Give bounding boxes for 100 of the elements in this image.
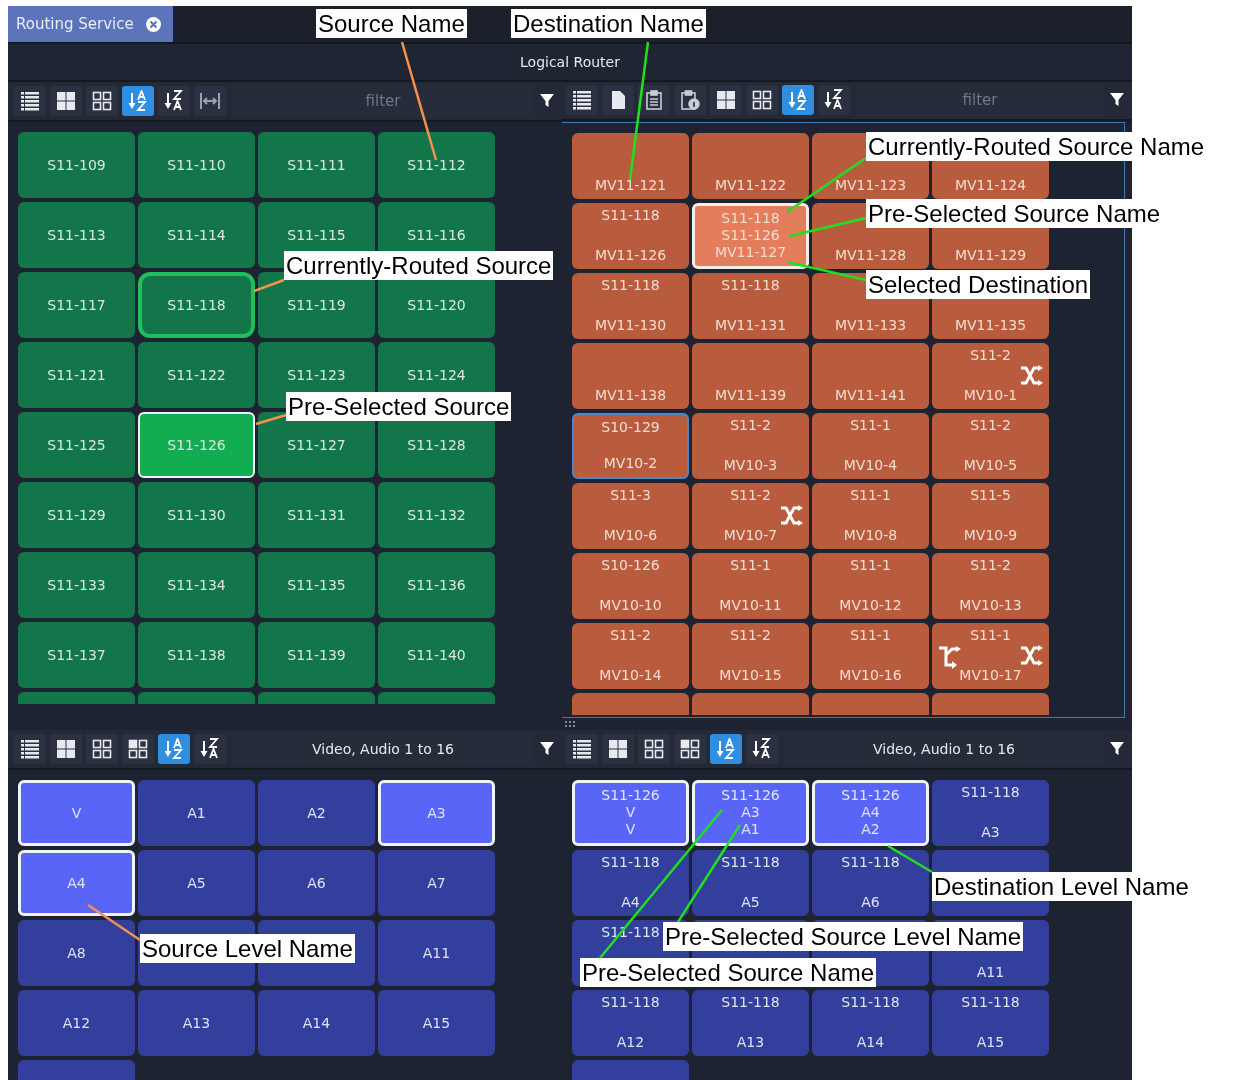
source-tile[interactable]: S11-134 bbox=[138, 551, 255, 618]
source-level-tile[interactable]: A11 bbox=[378, 920, 495, 986]
destination-level-tile[interactable]: S11-118 A3 bbox=[932, 780, 1049, 846]
filter-icon[interactable] bbox=[1110, 93, 1124, 108]
destination-level-tile[interactable]: S11-118 A4 bbox=[572, 850, 689, 916]
toolbar-button[interactable] bbox=[782, 85, 814, 116]
source-tile[interactable]: S11-114 bbox=[138, 201, 255, 268]
source-tile[interactable]: S11-129 bbox=[18, 481, 135, 548]
source-tile[interactable]: S11-139 bbox=[258, 621, 375, 688]
filter-input[interactable]: filter bbox=[232, 91, 534, 110]
toolbar-button[interactable] bbox=[50, 85, 82, 116]
drag-handle-icon[interactable] bbox=[565, 720, 575, 727]
destination-tile[interactable]: S11-118 MV11-130 bbox=[572, 273, 689, 340]
destination-tile[interactable]: S10-129 MV10-2 bbox=[572, 413, 689, 480]
destination-tile[interactable]: S11-1 MV10-11 bbox=[692, 553, 809, 620]
destination-tile[interactable]: S11-2 MV10-13 bbox=[932, 553, 1049, 620]
source-level-tile[interactable]: A15 bbox=[378, 990, 495, 1056]
source-tile[interactable]: S11-112 bbox=[378, 131, 495, 198]
source-tile[interactable]: S11-136 bbox=[378, 551, 495, 618]
destination-level-tile[interactable]: S11-118 A12 bbox=[572, 990, 689, 1056]
toolbar-button[interactable] bbox=[14, 734, 46, 764]
toolbar-button[interactable] bbox=[746, 734, 778, 764]
destination-tile[interactable]: S11-2 MV10-3 bbox=[692, 413, 809, 480]
toolbar-button[interactable] bbox=[122, 85, 154, 116]
close-icon[interactable] bbox=[145, 16, 161, 32]
routing-service-tab[interactable]: Routing Service bbox=[8, 6, 173, 42]
source-tile[interactable]: S11-122 bbox=[138, 341, 255, 408]
source-tile[interactable]: S11-110 bbox=[138, 131, 255, 198]
source-tile[interactable]: S11-113 bbox=[18, 201, 135, 268]
source-tile[interactable]: S11-140 bbox=[378, 621, 495, 688]
destination-level-tile[interactable]: S11-126 A3 A1 bbox=[692, 780, 809, 846]
destination-tile[interactable]: S11-118 MV11-126 bbox=[572, 203, 689, 270]
source-tile[interactable]: S11-131 bbox=[258, 481, 375, 548]
toolbar-button[interactable] bbox=[674, 734, 706, 764]
destination-level-tile[interactable]: S11-118 A5 bbox=[692, 850, 809, 916]
source-tile[interactable]: S11-125 bbox=[18, 411, 135, 478]
destination-level-tile[interactable]: S11-118 A13 bbox=[692, 990, 809, 1056]
source-level-tile[interactable]: A5 bbox=[138, 850, 255, 916]
destination-tile[interactable]: S11-1 MV10-17 bbox=[932, 623, 1049, 690]
source-level-tile[interactable]: A1 bbox=[138, 780, 255, 846]
source-level-tile[interactable]: A7 bbox=[378, 850, 495, 916]
toolbar-button[interactable] bbox=[638, 85, 670, 116]
source-tile[interactable]: S11-121 bbox=[18, 341, 135, 408]
destination-tile[interactable]: S10-126 MV10-10 bbox=[572, 553, 689, 620]
toolbar-button[interactable] bbox=[710, 85, 742, 116]
source-level-tile[interactable]: A14 bbox=[258, 990, 375, 1056]
destination-level-tile[interactable]: S11-118 A6 bbox=[812, 850, 929, 916]
toolbar-button[interactable] bbox=[638, 734, 670, 764]
toolbar-button[interactable] bbox=[566, 85, 598, 116]
toolbar-button[interactable] bbox=[122, 734, 154, 764]
toolbar-button[interactable] bbox=[194, 734, 226, 764]
destination-tile[interactable]: S11-118 MV11-131 bbox=[692, 273, 809, 340]
toolbar-button[interactable] bbox=[602, 734, 634, 764]
destination-tile[interactable]: MV11-121 bbox=[572, 133, 689, 200]
source-tile[interactable]: S11-126 bbox=[138, 411, 255, 478]
destination-tile[interactable]: MV11-139 bbox=[692, 343, 809, 410]
toolbar-button[interactable] bbox=[86, 85, 118, 116]
destination-tile[interactable]: S11-3 MV10-6 bbox=[572, 483, 689, 550]
source-level-tile[interactable]: A4 bbox=[18, 850, 135, 916]
destination-tile[interactable]: S11-1 MV10-4 bbox=[812, 413, 929, 480]
source-level-tile[interactable]: A8 bbox=[18, 920, 135, 986]
toolbar-button[interactable] bbox=[566, 734, 598, 764]
toolbar-button[interactable] bbox=[158, 85, 190, 116]
source-tile[interactable]: S11-135 bbox=[258, 551, 375, 618]
source-level-tile[interactable]: A12 bbox=[18, 990, 135, 1056]
destination-tile[interactable]: MV11-138 bbox=[572, 343, 689, 410]
destination-tile[interactable]: S11-5 MV10-9 bbox=[932, 483, 1049, 550]
destination-tile[interactable]: MV11-141 bbox=[812, 343, 929, 410]
source-tile[interactable]: S11-111 bbox=[258, 131, 375, 198]
destination-level-tile[interactable]: S11-118 A14 bbox=[812, 990, 929, 1056]
filter-input[interactable]: filter bbox=[856, 91, 1104, 110]
destination-level-tile[interactable]: S11-126 A4 A2 bbox=[812, 780, 929, 846]
destination-tile[interactable]: S11-1 MV10-8 bbox=[812, 483, 929, 550]
toolbar-button[interactable] bbox=[194, 85, 226, 116]
toolbar-button[interactable] bbox=[818, 85, 850, 116]
destination-tile[interactable]: S11-2 MV10-15 bbox=[692, 623, 809, 690]
source-tile[interactable]: S11-130 bbox=[138, 481, 255, 548]
filter-icon[interactable] bbox=[1110, 742, 1124, 756]
source-level-tile[interactable]: A6 bbox=[258, 850, 375, 916]
source-tile[interactable]: S11-109 bbox=[18, 131, 135, 198]
toolbar-button[interactable] bbox=[602, 85, 634, 116]
toolbar-button[interactable] bbox=[746, 85, 778, 116]
destination-tile[interactable]: S11-2 MV10-1 bbox=[932, 343, 1049, 410]
destination-level-tile[interactable]: S11-126 V V bbox=[572, 780, 689, 846]
source-tile[interactable]: S11-137 bbox=[18, 621, 135, 688]
destination-tile[interactable]: S11-2 MV10-14 bbox=[572, 623, 689, 690]
filter-icon[interactable] bbox=[540, 742, 554, 756]
destination-tile[interactable]: S11-1 MV10-16 bbox=[812, 623, 929, 690]
destination-tile[interactable]: S11-1 MV10-12 bbox=[812, 553, 929, 620]
source-tile[interactable]: S11-138 bbox=[138, 621, 255, 688]
toolbar-button[interactable] bbox=[674, 85, 706, 116]
source-tile[interactable]: S11-117 bbox=[18, 271, 135, 338]
source-level-tile[interactable]: V bbox=[18, 780, 135, 846]
source-tile[interactable]: S11-133 bbox=[18, 551, 135, 618]
destination-tile[interactable]: S11-2 MV10-7 bbox=[692, 483, 809, 550]
source-level-tile[interactable]: A3 bbox=[378, 780, 495, 846]
toolbar-button[interactable] bbox=[14, 85, 46, 116]
destination-level-tile[interactable]: S11-118 A15 bbox=[932, 990, 1049, 1056]
source-level-tile[interactable]: A13 bbox=[138, 990, 255, 1056]
toolbar-button[interactable] bbox=[86, 734, 118, 764]
